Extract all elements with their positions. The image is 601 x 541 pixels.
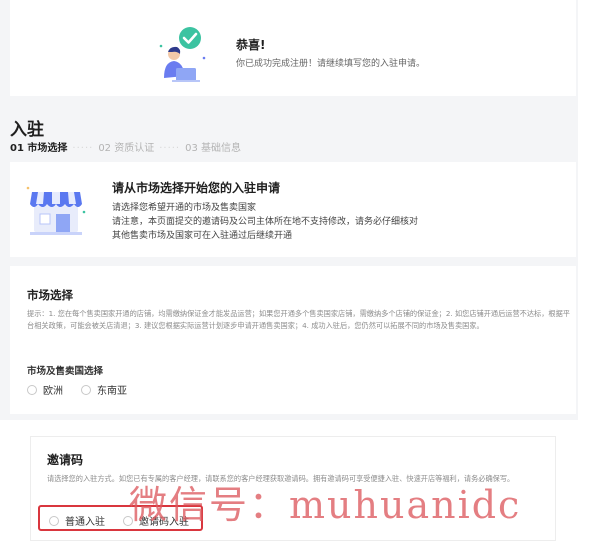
step-market-selection: 01 市场选择 (10, 143, 68, 154)
congrats-card (10, 0, 576, 96)
market-radio-group: 欧洲 东南亚 (27, 382, 145, 397)
intro-line-2: 请注意，本页面提交的邀请码及公司主体所在地不支持修改，请务必仔细核对 (112, 217, 419, 227)
market-country-label: 市场及售卖国选择 (27, 366, 104, 377)
intro-title: 请从市场选择开始您的入驻申请 (112, 181, 281, 195)
market-option-southeast-asia[interactable]: 东南亚 (81, 382, 127, 397)
intro-line-1: 请选择您希望开通的市场及售卖国家 (112, 203, 257, 213)
market-option-europe-label: 欧洲 (43, 386, 63, 397)
radio-europe[interactable] (27, 384, 37, 395)
congrats-title: 恭喜! (236, 38, 266, 52)
step-basic-info: 03 基础信息 (185, 143, 242, 154)
market-option-southeast-asia-label: 东南亚 (97, 386, 127, 397)
step-indicator: 01 市场选择 ····· 02 资质认证 ····· 03 基础信息 (10, 143, 242, 154)
market-section-title: 市场选择 (27, 288, 73, 302)
storefront-icon (26, 186, 86, 235)
page-title: 入驻 (10, 120, 44, 140)
market-selection-card: 市场选择 提示：1. 您在每个售卖国家开通的店铺，均需缴纳保证金才能发品运营；如… (10, 266, 576, 414)
radio-southeast-asia[interactable] (81, 384, 91, 395)
market-tip: 提示：1. 您在每个售卖国家开通的店铺，均需缴纳保证金才能发品运营；如果您开通多… (27, 309, 570, 330)
watermark-text: 微信号：muhuanidc (129, 483, 522, 527)
intro-line-3: 其他售卖市场及国家可在入驻通过后继续开通 (112, 231, 293, 241)
market-intro-card: 请从市场选择开始您的入驻申请 请选择您希望开通的市场及售卖国家 请注意，本页面提… (10, 162, 576, 257)
step-qualification: 02 资质认证 (98, 143, 155, 154)
congrats-illustration (159, 27, 206, 82)
congrats-subtitle: 你已成功完成注册！请继续填写您的入驻申请。 (236, 59, 426, 69)
invite-title: 邀请码 (47, 453, 84, 467)
market-option-europe[interactable]: 欧洲 (27, 382, 63, 397)
